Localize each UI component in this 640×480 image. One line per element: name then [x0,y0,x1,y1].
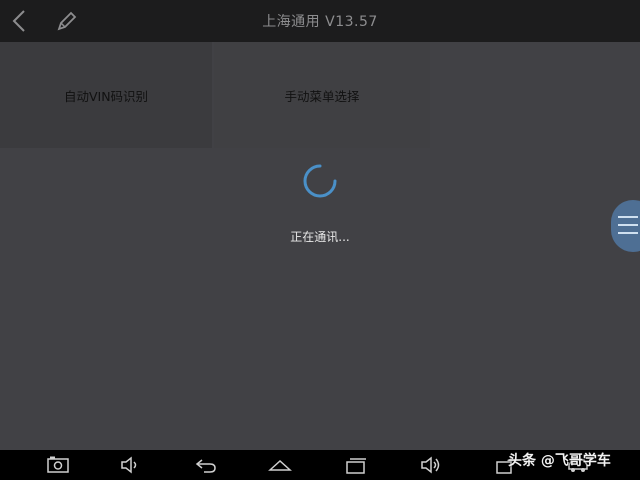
volume-down-icon[interactable] [119,455,143,475]
auto-vin-tile[interactable]: 自动VIN码识别 [0,42,212,148]
screenshot-icon[interactable] [46,455,70,475]
hamburger-menu-icon [618,216,638,234]
watermark-text: 头条 @飞哥学车 [508,453,611,469]
recent-apps-icon[interactable] [344,455,368,475]
top-bar: 上海通用 V13.57 [0,0,640,42]
loading-spinner-icon [303,164,337,198]
manual-menu-tile[interactable]: 手动菜单选择 [214,42,430,148]
status-text: 正在通讯... [290,230,350,244]
home-icon[interactable] [268,455,292,475]
page-title: 上海通用 V13.57 [262,14,378,30]
side-menu-button[interactable] [611,200,640,252]
auto-vin-label: 自动VIN码识别 [63,88,149,104]
manual-menu-label: 手动菜单选择 [284,88,360,104]
back-icon[interactable] [194,455,218,475]
volume-up-icon[interactable] [419,455,443,475]
